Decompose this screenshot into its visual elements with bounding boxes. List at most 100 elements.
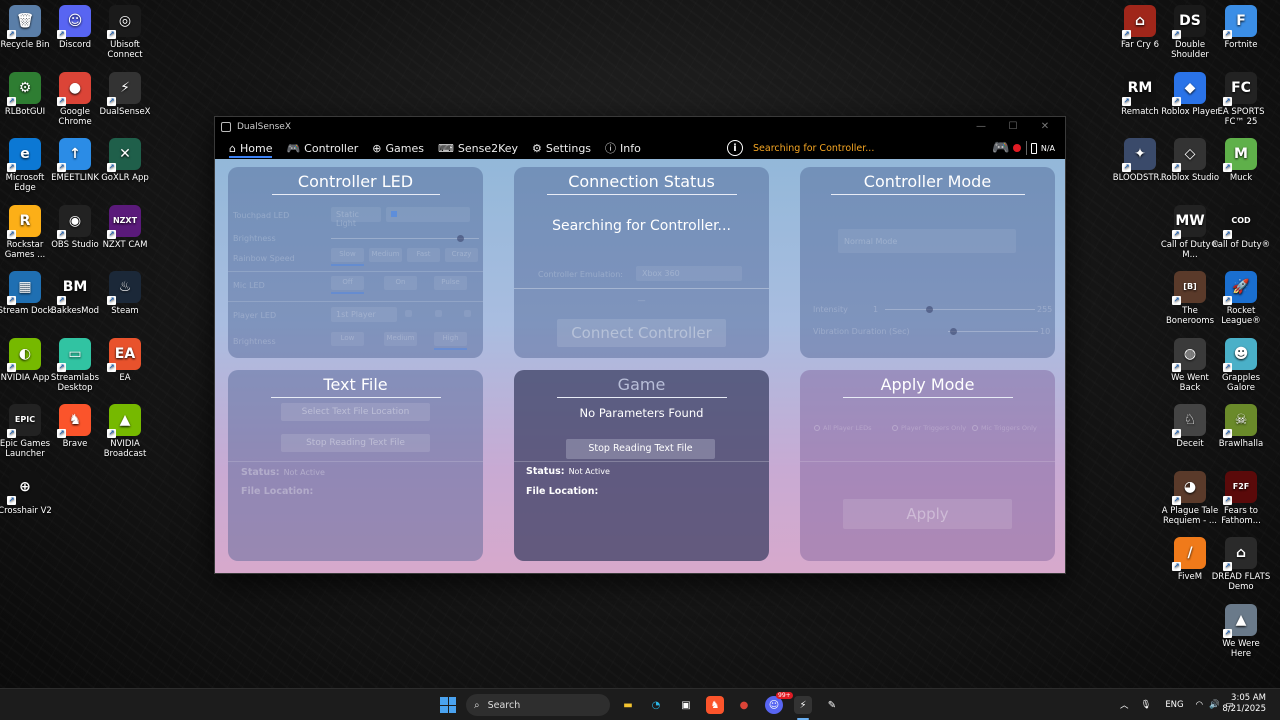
status-text: Searching for Controller... [753,142,875,154]
desktop-icon[interactable]: F ↗ Fortnite [1211,5,1271,50]
rainbow-speed-option[interactable]: Fast [407,248,440,262]
connect-controller-button[interactable]: Connect Controller [557,319,726,347]
minimize-icon[interactable]: — [965,117,997,137]
vibration-duration-label: Vibration Duration (Sec) [813,327,910,336]
tab-controller[interactable]: 🎮 Controller [286,137,358,159]
rainbow-speed-option[interactable]: Slow [331,248,364,262]
panel-title: Text File [323,375,388,394]
app-icon: ⚙ ↗ [7,71,41,106]
tab-games[interactable]: ⊕ Games [372,137,424,159]
desktop-icon-label: EA SPORTS FC™ 25 [1217,106,1265,127]
apply-mode-radio[interactable]: Player Triggers Only [892,424,966,432]
desktop-icon[interactable]: ☠ ↗ Brawlhalla [1211,404,1271,449]
maximize-icon[interactable]: ☐ [997,117,1029,137]
close-icon[interactable]: ✕ [1029,117,1061,137]
file-location-label: File Location: [241,486,314,497]
vibration-slider-knob[interactable] [950,328,957,335]
tab-sense2key[interactable]: ⌨ Sense2Key [438,137,518,159]
app-icon: ◕ ↗ [1172,470,1206,505]
desktop-icon[interactable]: ⊕ ↗ Crosshair V2 [0,470,55,516]
apply-button[interactable]: Apply [843,499,1012,529]
intensity-max: 255 [1037,305,1053,314]
stop-reading-button[interactable]: Stop Reading Text File [281,434,430,452]
mic-led-option[interactable]: Off [331,276,364,290]
desktop-icon[interactable]: EA ↗ EA [95,337,155,383]
tab-label: Info [620,141,641,155]
desktop-icon[interactable]: ▲ ↗ NVIDIA Broadcast [95,404,155,459]
touchpad-color-picker[interactable] [386,207,470,222]
app-icon: ◍ ↗ [1172,337,1206,372]
app-logo-icon [221,122,231,132]
shortcut-arrow-icon: ↗ [57,229,66,239]
tab-settings[interactable]: ⚙ Settings [532,137,591,159]
player-led-select[interactable]: 1st Player [331,307,397,322]
tab-home[interactable]: ⌂ Home [229,137,273,159]
vibration-slider[interactable] [948,331,1038,332]
language-indicator[interactable]: ENG [1165,700,1183,710]
rainbow-speed-option[interactable]: Medium [369,248,402,262]
window-titlebar[interactable]: DualSenseX — ☐ ✕ [215,117,1065,137]
game-stop-reading-button[interactable]: Stop Reading Text File [566,439,715,459]
tab-label: Home [239,141,273,155]
desktop-icon[interactable]: 🚀 ↗ Rocket League® [1211,271,1271,326]
desktop-icon[interactable]: F2F ↗ Fears to Fathom... [1211,470,1271,526]
mic-led-option[interactable]: Pulse [434,276,467,290]
app-icon: ◐ ↗ [7,337,41,372]
intensity-slider[interactable] [885,309,1035,310]
brightness-option[interactable]: Low [331,332,364,346]
dualsensex-taskbar-icon[interactable]: ⚡ [794,696,812,714]
brightness-slider-knob[interactable] [457,235,464,242]
store-icon[interactable]: ▣ [677,696,695,714]
desktop-icon[interactable]: ☻ ↗ Grapples Galore [1211,337,1271,393]
player-led-checkbox[interactable] [405,310,412,317]
desktop-icon[interactable]: ◎ ↗ Ubisoft Connect [95,5,155,60]
intensity-slider-knob[interactable] [926,306,933,313]
shortcut-arrow-icon: ↗ [1172,229,1181,239]
desktop-icon[interactable]: ⌂ ↗ DREAD FLATS Demo [1211,537,1271,592]
touchpad-led-select[interactable]: Static Light [331,207,381,228]
brave-icon[interactable]: ♞ [706,696,724,714]
desktop-icon-label: Fortnite [1224,40,1258,50]
desktop-icon[interactable]: ♨ ↗ Steam [95,271,155,316]
tab-info[interactable]: ⓘ Info [605,137,641,159]
desktop-icon[interactable]: NZXT ↗ NZXT CAM [95,204,155,250]
microphone-icon[interactable]: 🎙 [1141,700,1152,710]
file-explorer-icon[interactable]: ▬ [619,696,637,714]
shortcut-arrow-icon: ↗ [57,296,66,305]
emulation-select[interactable]: Xbox 360 [636,266,742,281]
desktop-icon[interactable]: ▲ ↗ We Were Here [1211,603,1271,659]
player-led-checkbox[interactable] [435,310,442,317]
mic-led-option[interactable]: On [384,276,417,290]
app-icon: ⚡ ↗ [107,71,141,106]
shortcut-arrow-icon: ↗ [107,30,116,39]
window-title: DualSenseX [237,122,291,132]
desktop-icon[interactable]: ✕ ↗ GoXLR App [95,138,155,183]
desktop-icon[interactable]: FC ↗ EA SPORTS FC™ 25 [1211,71,1271,127]
tab-label: Sense2Key [457,141,519,155]
notepad-icon[interactable]: ✎ [823,696,841,714]
brightness-option[interactable]: High [434,332,467,346]
rainbow-speed-option[interactable]: Crazy [445,248,478,262]
tab-label: Games [385,141,424,155]
mode-select[interactable]: Normal Mode [838,229,1016,253]
player-led-checkbox[interactable] [464,310,471,317]
desktop-icon[interactable]: ⚡ ↗ DualSenseX [95,71,155,117]
brightness-option[interactable]: Medium [384,332,417,346]
desktop-icon[interactable]: COD ↗ Call of Duty® [1211,204,1271,250]
settings-icon: ⚙ [532,141,542,155]
chrome-icon[interactable]: ● [735,696,753,714]
select-text-file-button[interactable]: Select Text File Location [281,403,430,421]
app-icon: ☠ ↗ [1223,404,1257,438]
desktop-icon-label: Ubisoft Connect [107,40,143,60]
clock[interactable]: 3:05 AM 8/21/2025 [1222,693,1266,715]
wifi-icon[interactable]: ◠ [1196,700,1203,710]
chevron-up-icon[interactable]: ︿ [1120,699,1129,711]
start-button[interactable] [440,697,456,713]
apply-mode-radio[interactable]: Mic Triggers Only [972,424,1037,432]
edge-icon[interactable]: ◔ [647,696,665,714]
app-icon: e ↗ [7,138,41,172]
taskbar-search[interactable]: ⌕ Search [466,694,610,716]
volume-icon[interactable]: 🔊 [1209,700,1220,710]
desktop-icon[interactable]: M ↗ Muck [1211,138,1271,183]
apply-mode-radio[interactable]: All Player LEDs [814,424,872,432]
